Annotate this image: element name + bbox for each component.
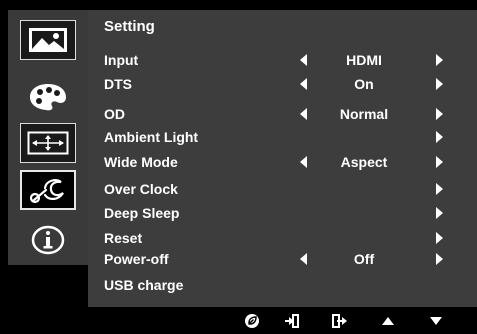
right-arrow-icon[interactable]: [436, 183, 443, 195]
menu-item-label: OD: [104, 106, 125, 122]
sidebar-item-picture[interactable]: [20, 20, 76, 60]
menu-item-value: Off: [353, 251, 375, 267]
sidebar-item-display[interactable]: [20, 123, 76, 163]
left-arrow-icon[interactable]: [300, 253, 307, 265]
menu-item-reset[interactable]: Reset: [88, 229, 477, 249]
enter-icon: [285, 314, 299, 328]
left-arrow-icon[interactable]: [300, 156, 307, 168]
menu-item-over-clock[interactable]: Over Clock: [88, 180, 477, 200]
menu-item-label: USB charge: [104, 277, 184, 293]
right-arrow-icon[interactable]: [436, 207, 443, 219]
sidebar-item-setting[interactable]: [20, 170, 76, 210]
menu-item-dts[interactable]: DTS On: [88, 75, 477, 95]
left-arrow-icon[interactable]: [300, 54, 307, 66]
osd-menu: Setting Input HDMI DTS On OD Normal Ambi…: [8, 10, 477, 330]
exit-key[interactable]: [326, 310, 354, 332]
sidebar: [8, 10, 88, 265]
menu-item-value: On: [354, 76, 374, 92]
eco-icon: [245, 314, 259, 328]
menu-item-label: Reset: [104, 230, 143, 246]
left-arrow-icon[interactable]: [300, 78, 307, 90]
right-arrow-icon[interactable]: [436, 232, 443, 244]
right-arrow-icon[interactable]: [436, 78, 443, 90]
menu-item-ambient-light[interactable]: Ambient Light: [88, 128, 477, 148]
enter-key[interactable]: [278, 310, 306, 332]
menu-item-wide-mode[interactable]: Wide Mode Aspect: [88, 153, 477, 173]
color-palette-icon: [30, 84, 66, 111]
picture-icon: [29, 28, 67, 52]
right-arrow-icon[interactable]: [436, 54, 443, 66]
up-arrow-icon: [382, 317, 394, 325]
menu-item-input[interactable]: Input HDMI: [88, 51, 477, 71]
hotkey-bar: [8, 310, 477, 332]
exit-icon: [332, 314, 347, 328]
menu-item-label: Deep Sleep: [104, 205, 180, 221]
settings-wrench-icon: [29, 179, 64, 204]
menu-item-label: DTS: [104, 76, 132, 92]
menu-item-value: Normal: [339, 106, 389, 122]
display-size-icon: [27, 131, 69, 155]
right-arrow-icon[interactable]: [436, 131, 443, 143]
menu-item-od[interactable]: OD Normal: [88, 105, 477, 125]
menu-item-label: Power-off: [104, 251, 169, 267]
sidebar-item-color[interactable]: [20, 77, 76, 117]
right-arrow-icon[interactable]: [436, 253, 443, 265]
settings-panel: Setting Input HDMI DTS On OD Normal Ambi…: [88, 10, 477, 307]
menu-item-usb-charge[interactable]: USB charge: [88, 276, 477, 296]
up-key[interactable]: [374, 310, 402, 332]
menu-item-value: HDMI: [346, 52, 382, 68]
left-arrow-icon[interactable]: [300, 108, 307, 120]
menu-item-power-off[interactable]: Power-off Off: [88, 250, 477, 270]
page-title: Setting: [104, 18, 155, 35]
right-arrow-icon[interactable]: [436, 156, 443, 168]
menu-item-label: Input: [104, 52, 139, 68]
menu-item-label: Over Clock: [104, 181, 178, 197]
menu-item-label: Ambient Light: [104, 129, 199, 145]
info-icon: [31, 225, 65, 255]
down-arrow-icon: [430, 317, 442, 325]
menu-item-value: Aspect: [340, 154, 388, 170]
right-arrow-icon[interactable]: [436, 108, 443, 120]
down-key[interactable]: [422, 310, 450, 332]
menu-item-label: Wide Mode: [104, 154, 178, 170]
menu-item-deep-sleep[interactable]: Deep Sleep: [88, 204, 477, 224]
eco-key[interactable]: [238, 310, 266, 332]
sidebar-item-info[interactable]: [20, 220, 76, 260]
